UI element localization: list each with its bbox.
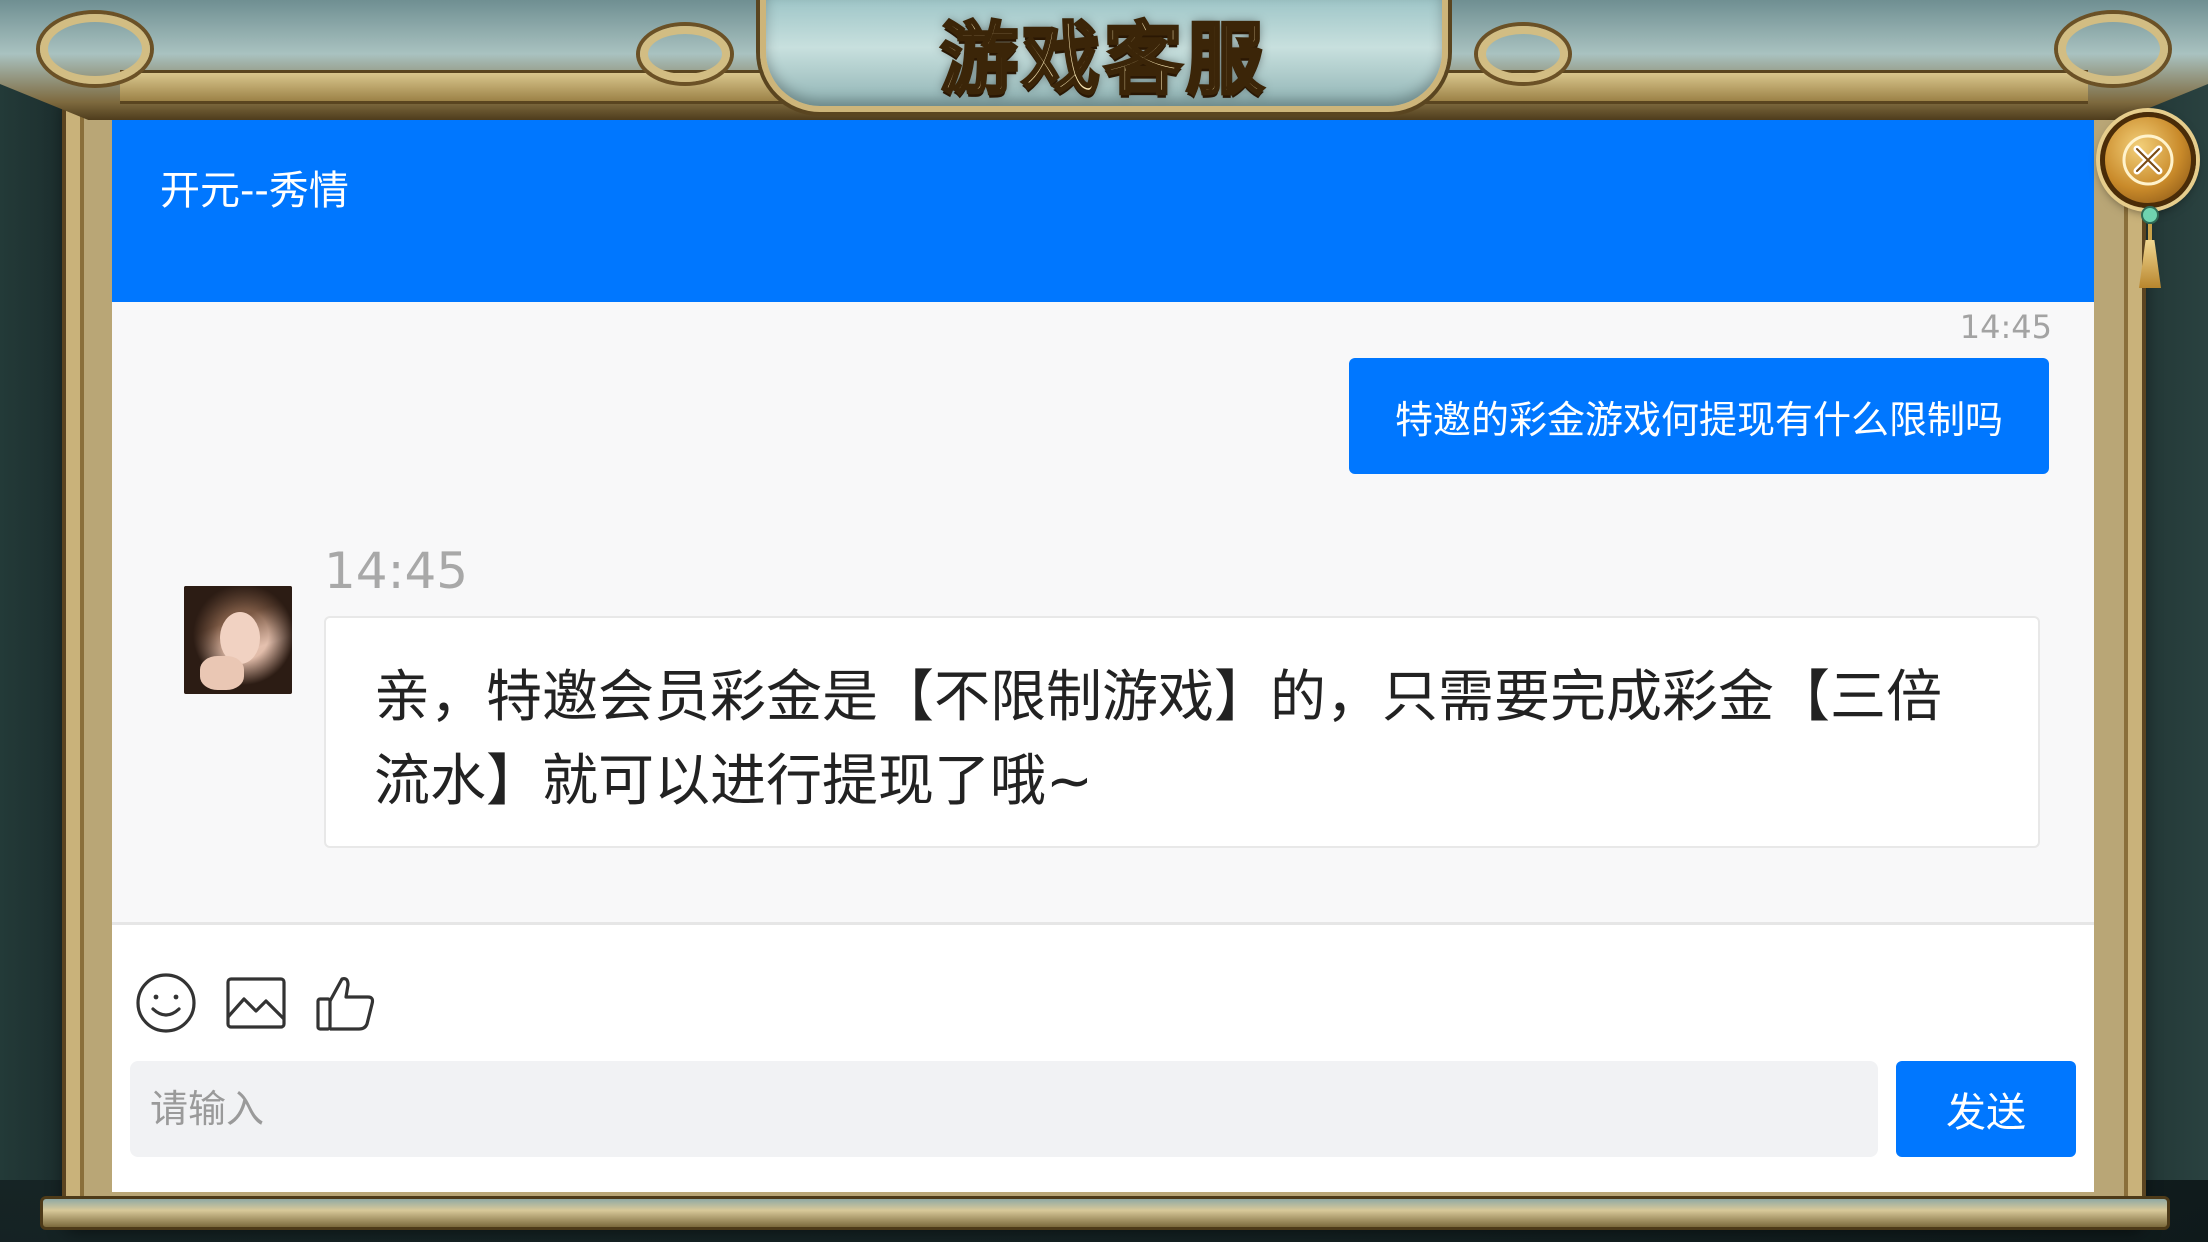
message-input[interactable] bbox=[130, 1061, 1878, 1157]
message-timestamp: 14:45 bbox=[1959, 308, 2052, 346]
message-list[interactable]: 14:45 特邀的彩金游戏何提现有什么限制吗 14:45 亲，特邀会员彩金是【不… bbox=[112, 302, 2094, 922]
send-button[interactable]: 发送 bbox=[1896, 1061, 2076, 1157]
tassel-ornament bbox=[2138, 206, 2162, 296]
close-x-icon bbox=[2122, 134, 2174, 186]
close-button[interactable] bbox=[2100, 112, 2196, 208]
message-timestamp: 14:45 bbox=[324, 542, 469, 600]
dialog-title: 游戏客服 bbox=[938, 13, 1268, 107]
message-composer: 发送 bbox=[112, 922, 2094, 1192]
user-message-bubble: 特邀的彩金游戏何提现有什么限制吗 bbox=[1348, 358, 2049, 474]
dialog-frame-bottom-bar bbox=[40, 1196, 2170, 1230]
smiley-icon[interactable] bbox=[134, 971, 198, 1035]
scroll-ornament-icon bbox=[40, 14, 150, 84]
agent-message-bubble: 亲，特邀会员彩金是【不限制游戏】的，只需要完成彩金【三倍流水】就可以进行提现了哦… bbox=[324, 616, 2040, 848]
agent-avatar bbox=[184, 586, 292, 694]
scroll-ornament-icon bbox=[640, 26, 730, 82]
image-icon[interactable] bbox=[224, 971, 288, 1035]
scroll-ornament-icon bbox=[2058, 14, 2168, 84]
title-plaque: 游戏客服 bbox=[760, 0, 1448, 112]
agent-name: 开元--秀情 bbox=[160, 168, 349, 214]
scroll-ornament-icon bbox=[1478, 26, 1568, 82]
thumbs-up-icon[interactable] bbox=[314, 971, 378, 1035]
chat-header: 开元--秀情 bbox=[112, 120, 2094, 302]
chat-panel: 开元--秀情 14:45 特邀的彩金游戏何提现有什么限制吗 14:45 亲，特邀… bbox=[112, 120, 2094, 1192]
